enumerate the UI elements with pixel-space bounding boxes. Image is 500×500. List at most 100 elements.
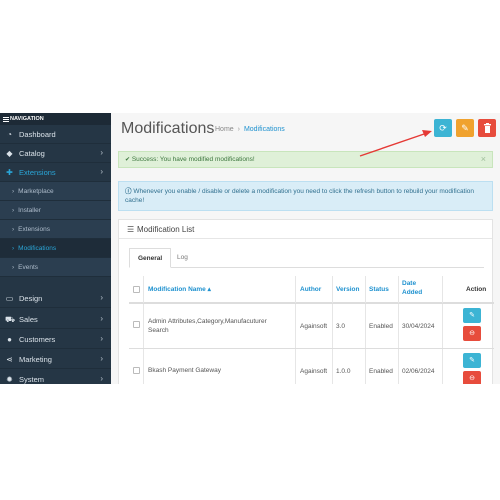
check-circle-icon: ✔ <box>125 157 131 163</box>
row-1-disable-button[interactable]: ⊖ <box>463 326 481 341</box>
breadcrumb-current[interactable]: Modifications <box>244 126 285 133</box>
chevron-right-icon: › <box>100 354 103 363</box>
row-1-name-line2: Search <box>148 327 169 334</box>
row-1-status: Enabled <box>369 323 393 330</box>
sidebar-item-label: Design <box>19 294 43 303</box>
sidebar-item-label: Installer <box>12 207 41 214</box>
trash-icon <box>483 123 491 133</box>
column-header-status[interactable]: Status <box>369 285 389 294</box>
column-divider <box>365 276 366 384</box>
column-divider <box>442 276 443 384</box>
row-2-edit-button[interactable]: ✎ <box>463 353 481 368</box>
column-header-name[interactable]: Modification Name ▴ <box>148 285 211 294</box>
gear-icon: ✹ <box>6 375 13 384</box>
row-checkbox[interactable] <box>133 321 140 328</box>
page-title: Modifications <box>121 120 215 137</box>
column-header-author[interactable]: Author <box>300 285 321 294</box>
column-header-date-line2: Added <box>402 289 423 296</box>
row-1-name-line1: Admin Attributes,Category,Manufacuturer <box>148 318 267 325</box>
main-content: Modifications Home › Modifications ⟳ ✎ ✔… <box>111 113 500 384</box>
sidebar-subitem-marketplace[interactable]: Marketplace <box>0 182 111 201</box>
screenshot-frame: NAVIGATION ◔ Dashboard ◆ Catalog › ✚ Ext… <box>0 113 500 384</box>
menu-icon <box>3 117 9 122</box>
annotation-arrow-head <box>422 130 432 137</box>
monitor-icon: ▭ <box>5 294 14 303</box>
row-1-author: Againsoft <box>300 323 328 330</box>
refresh-button[interactable]: ⟳ <box>434 119 452 137</box>
row-1-version: 3.0 <box>336 323 346 330</box>
row-1-date-added: 30/04/2024 <box>402 323 435 330</box>
sidebar-item-catalog[interactable]: ◆ Catalog › <box>0 144 111 163</box>
row-2-date-added: 02/06/2024 <box>402 368 435 375</box>
eraser-icon: ✎ <box>461 123 469 133</box>
minus-circle-icon: ⊖ <box>469 375 475 382</box>
column-divider <box>398 276 399 384</box>
sidebar-item-label: Marketplace <box>12 188 53 195</box>
sidebar-item-sales[interactable]: ⛟ Sales › <box>0 310 111 329</box>
minus-circle-icon: ⊖ <box>469 330 475 337</box>
column-header-action: Action <box>466 286 487 293</box>
sidebar-item-label: Extensions <box>12 226 50 233</box>
tab-general[interactable]: General <box>129 248 172 268</box>
column-divider <box>143 276 144 384</box>
breadcrumb-home[interactable]: Home <box>215 126 234 133</box>
tab-bar: General Log <box>129 248 484 268</box>
select-all-checkbox[interactable] <box>133 286 140 293</box>
sidebar-item-label: Sales <box>19 315 38 324</box>
sort-asc-icon: ▴ <box>207 286 211 293</box>
modification-list-panel: ☰ Modification List General Log Modificat… <box>118 219 494 384</box>
row-2-name: Bkash Payment Gateway <box>148 366 221 375</box>
sidebar-item-extensions[interactable]: ✚ Extensions › <box>0 163 111 182</box>
row-2-name-line1: Bkash Payment Gateway <box>148 367 221 374</box>
navigation-header-label: NAVIGATION <box>10 116 44 122</box>
user-icon: ● <box>7 335 12 344</box>
sidebar-subitem-modifications[interactable]: Modifications <box>0 239 111 258</box>
sidebar-item-dashboard[interactable]: ◔ Dashboard <box>0 125 111 144</box>
row-checkbox[interactable] <box>133 367 140 374</box>
panel-title: Modification List <box>137 225 195 234</box>
refresh-icon: ⟳ <box>439 123 447 133</box>
success-alert: ✔ Success: You have modified modificatio… <box>118 151 493 168</box>
breadcrumb-separator: › <box>237 126 240 133</box>
row-2-disable-button[interactable]: ⊖ <box>463 371 481 384</box>
info-circle-icon: ⓘ <box>125 188 132 195</box>
share-icon: ⋖ <box>6 355 13 364</box>
column-divider <box>295 276 296 384</box>
sidebar-item-system[interactable]: ✹ System › <box>0 370 111 384</box>
sidebar-item-customers[interactable]: ● Customers › <box>0 330 111 349</box>
close-alert-button[interactable]: × <box>481 154 486 164</box>
column-header-version[interactable]: Version <box>336 285 359 294</box>
navigation-header: NAVIGATION <box>0 113 111 125</box>
row-divider <box>129 303 494 304</box>
info-message: Whenever you enable / disable or delete … <box>125 188 475 204</box>
row-2-author: Againsoft <box>300 368 328 375</box>
clear-log-button[interactable]: ✎ <box>456 119 474 137</box>
chevron-right-icon: › <box>100 314 103 323</box>
column-header-date-line1: Date <box>402 280 417 287</box>
sidebar-item-label: Customers <box>19 335 56 344</box>
chevron-right-icon: › <box>100 334 103 343</box>
sidebar-item-label: Extensions <box>19 168 56 177</box>
sidebar-item-design[interactable]: ▭ Design › <box>0 289 111 308</box>
chevron-right-icon: › <box>100 167 103 176</box>
pencil-icon: ✎ <box>469 312 475 319</box>
sidebar: NAVIGATION ◔ Dashboard ◆ Catalog › ✚ Ext… <box>0 113 111 384</box>
sidebar-subitem-installer[interactable]: Installer <box>0 201 111 220</box>
pencil-icon: ✎ <box>469 357 475 364</box>
cart-icon: ⛟ <box>5 315 16 324</box>
delete-button[interactable] <box>478 119 496 137</box>
dashboard-icon: ◔ <box>7 130 12 139</box>
chevron-right-icon: › <box>100 293 103 302</box>
success-message: Success: You have modified modifications… <box>131 156 255 163</box>
sidebar-subitem-events[interactable]: Events <box>0 258 111 277</box>
chevron-right-icon: › <box>100 374 103 383</box>
row-1-edit-button[interactable]: ✎ <box>463 308 481 323</box>
row-1-name: Admin Attributes,Category,Manufacuturer … <box>148 317 267 335</box>
tab-log[interactable]: Log <box>169 248 196 268</box>
column-header-date-added[interactable]: Date Added <box>402 279 422 297</box>
sidebar-item-label: System <box>19 375 45 384</box>
sidebar-item-label: Modifications <box>12 245 56 252</box>
column-divider <box>332 276 333 384</box>
sidebar-subitem-extensions[interactable]: Extensions <box>0 220 111 239</box>
sidebar-item-marketing[interactable]: ⋖ Marketing › <box>0 350 111 369</box>
